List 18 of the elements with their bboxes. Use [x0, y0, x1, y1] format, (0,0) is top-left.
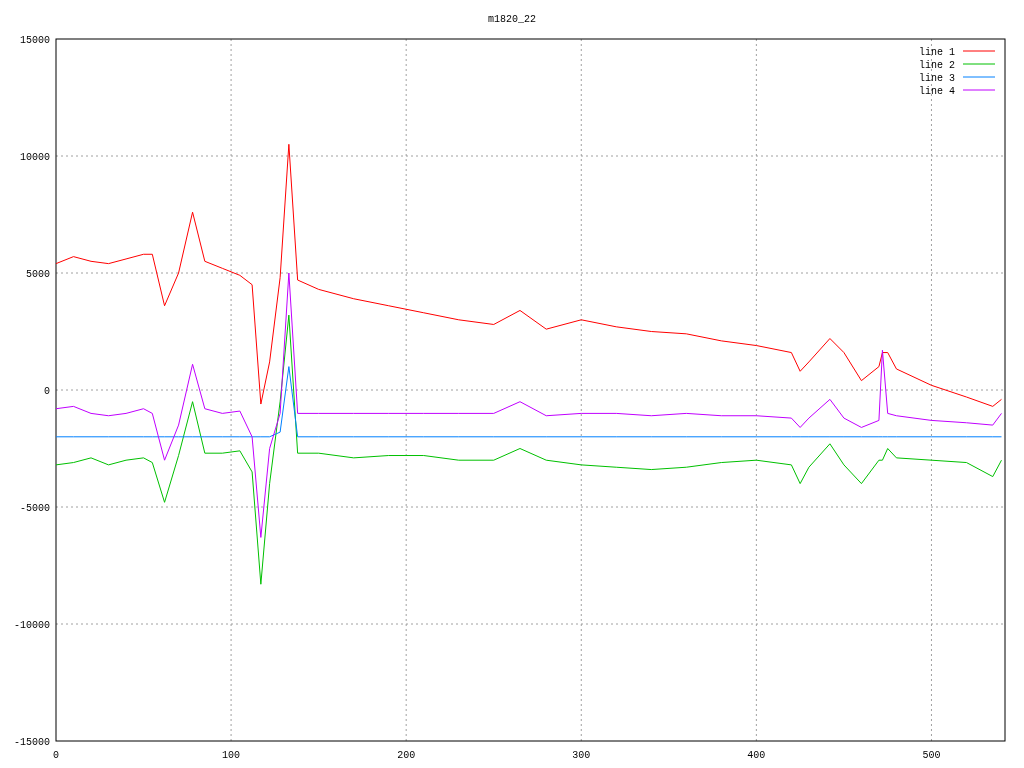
- y-tick-label: 5000: [26, 269, 50, 280]
- x-tick-label: 100: [222, 750, 241, 761]
- legend-label: line 1: [919, 47, 955, 58]
- y-tick-label: 10000: [20, 152, 50, 163]
- y-tick-label: -5000: [20, 503, 50, 514]
- legend-label: line 4: [919, 86, 955, 97]
- y-tick-label: -15000: [14, 737, 50, 748]
- x-tick-label: 300: [572, 750, 591, 761]
- x-tick-label: 0: [53, 750, 59, 761]
- y-tick-label: -10000: [14, 620, 50, 631]
- y-tick-label: 0: [44, 386, 50, 397]
- legend-label: line 3: [919, 73, 955, 84]
- x-tick-label: 200: [397, 750, 416, 761]
- legend-label: line 2: [919, 60, 955, 71]
- chart-title: m1820_22: [488, 14, 536, 25]
- x-tick-label: 400: [747, 750, 766, 761]
- x-tick-label: 500: [922, 750, 941, 761]
- y-tick-label: 15000: [20, 35, 50, 46]
